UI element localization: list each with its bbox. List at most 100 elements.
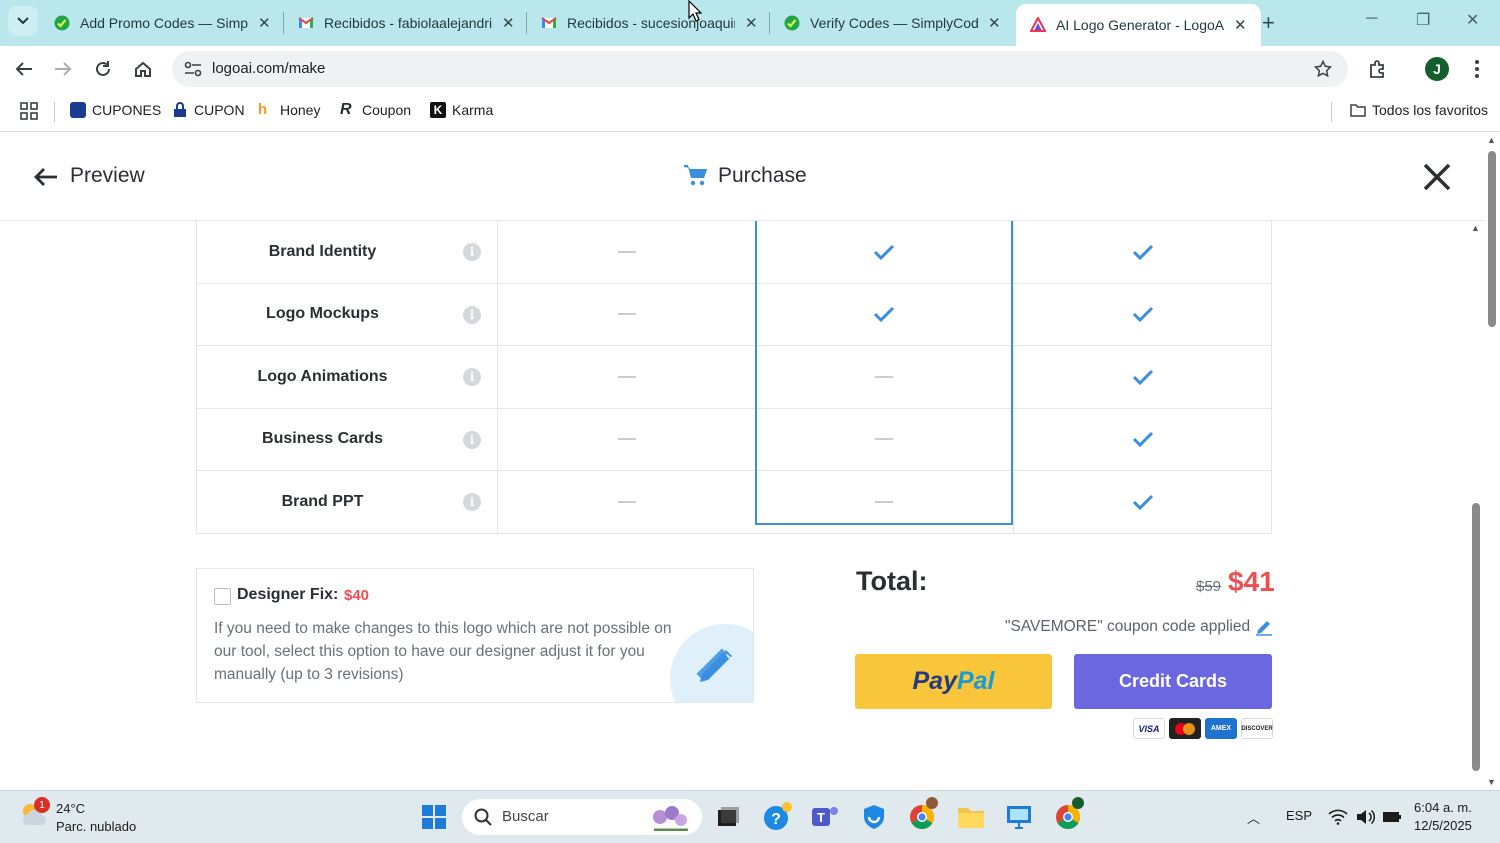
bookmark-label: CUPONES [92, 102, 162, 118]
bookmark-honey[interactable]: h Honey [258, 102, 321, 119]
tab-1[interactable]: Recibidos - fabiolaalejandria ✕ [284, 0, 529, 46]
weather-widget[interactable]: 1 [18, 797, 50, 834]
teams-button[interactable]: T [809, 801, 841, 833]
bookmark-coupon[interactable]: R Coupon [340, 102, 412, 119]
arrow-left-icon[interactable] [32, 163, 60, 191]
window-close-icon[interactable]: ✕ [1466, 10, 1479, 30]
task-view-button[interactable] [712, 801, 744, 833]
close-icon[interactable]: ✕ [258, 14, 271, 32]
info-icon[interactable]: i [463, 430, 481, 449]
apps-button[interactable] [20, 102, 38, 120]
tab-title: Verify Codes — SimplyCode [810, 15, 978, 31]
simplycodes-icon [784, 15, 800, 31]
close-icon[interactable]: ✕ [745, 14, 758, 32]
bookmark-cupon[interactable]: CUPON [172, 102, 245, 118]
remote-desktop-button[interactable] [1003, 801, 1035, 833]
close-icon[interactable] [1420, 160, 1454, 194]
page-scrollbar[interactable]: ▲ ▼ [1484, 133, 1500, 790]
chevron-down-icon [17, 17, 29, 25]
check-icon [873, 244, 895, 260]
scroll-down-icon[interactable]: ▼ [1487, 777, 1496, 787]
karma-icon: K [430, 102, 446, 118]
volume-icon[interactable] [1355, 808, 1375, 826]
credit-cards-button[interactable]: Credit Cards [1074, 654, 1272, 709]
chrome-button[interactable] [1052, 797, 1084, 833]
scroll-up-icon[interactable]: ▲ [1487, 135, 1496, 145]
designer-fix-label[interactable]: Designer Fix: [237, 586, 338, 604]
chevron-up-icon[interactable]: ︿ [1247, 808, 1260, 827]
avatar: J [1425, 57, 1449, 81]
preview-link[interactable]: Preview [70, 164, 145, 188]
new-tab-button[interactable]: + [1262, 10, 1275, 36]
system-clock[interactable]: 6:04 a. m. 12/5/2025 [1414, 799, 1472, 835]
lock-icon [174, 102, 186, 117]
pro-cell [755, 221, 1013, 283]
designer-fix-price: $40 [344, 587, 370, 604]
dash-icon [875, 438, 893, 441]
edge-button[interactable] [858, 801, 890, 833]
premium-cell [1013, 221, 1272, 283]
feature-name: Brand Identity [268, 242, 377, 260]
all-bookmarks-label: Todos los favoritos [1372, 102, 1488, 118]
star-icon[interactable] [1314, 60, 1332, 78]
svg-text:T: T [817, 810, 825, 825]
table-row: Logo Mockups i [196, 283, 1272, 346]
battery-icon[interactable] [1382, 810, 1402, 824]
chrome-profile-button[interactable] [906, 797, 938, 833]
home-button[interactable] [130, 56, 156, 82]
info-icon[interactable]: i [463, 368, 481, 386]
feature-name-cell: Brand PPT i [196, 471, 496, 533]
info-icon[interactable]: i [463, 493, 481, 511]
forward-button[interactable] [50, 56, 76, 82]
bookmark-karma[interactable]: K Karma [430, 102, 493, 118]
all-bookmarks-button[interactable]: Todos los favoritos [1350, 102, 1488, 118]
table-row: Brand PPT i [196, 471, 1272, 534]
site-info-icon[interactable] [184, 61, 202, 77]
page-scrollbar-thumb[interactable] [1488, 151, 1496, 327]
bookmark-label: Coupon [362, 102, 412, 118]
inner-scrollbar[interactable]: ▲ [1468, 221, 1484, 790]
wifi-icon[interactable] [1328, 809, 1348, 825]
input-language[interactable]: ESP [1286, 808, 1312, 823]
restore-icon[interactable]: ❐ [1416, 10, 1430, 30]
extensions-button[interactable] [1365, 56, 1391, 82]
paypal-button[interactable]: Pay Pal [855, 654, 1052, 709]
menu-button[interactable] [1464, 56, 1490, 82]
help-app-button[interactable]: ? [761, 801, 793, 833]
tab-0[interactable]: Add Promo Codes — Simply ✕ [40, 0, 285, 46]
close-icon[interactable]: ✕ [988, 14, 1001, 32]
edit-icon[interactable] [1255, 618, 1273, 636]
taskbar-search[interactable]: Buscar [462, 799, 702, 835]
tab-4-active[interactable]: AI Logo Generator - LogoAI ✕ [1016, 4, 1261, 46]
reload-button[interactable] [90, 56, 116, 82]
bookmark-label: Honey [280, 102, 321, 118]
back-button[interactable] [11, 56, 37, 82]
close-icon[interactable]: ✕ [502, 14, 515, 32]
page-content: Brand Identity i Logo Mockups i Logo Anima… [0, 133, 1500, 790]
reload-icon [96, 61, 110, 76]
designer-fix-checkbox[interactable] [214, 588, 231, 605]
table-row: Business Cards i [196, 408, 1272, 471]
pro-cell [755, 284, 1013, 346]
profile-button[interactable]: J [1424, 56, 1450, 82]
tab-search-button[interactable] [8, 6, 38, 36]
arrow-left-icon [15, 62, 32, 76]
inner-scrollbar-thumb[interactable] [1472, 503, 1480, 771]
start-button[interactable] [418, 801, 450, 833]
address-bar[interactable]: logoai.com/make [172, 51, 1348, 87]
page-title: Purchase [684, 164, 807, 188]
table-row: Brand Identity i [196, 221, 1272, 284]
file-explorer-button[interactable] [955, 801, 987, 833]
visa-icon: VISA [1133, 718, 1165, 739]
tab-3[interactable]: Verify Codes — SimplyCode ✕ [770, 0, 1015, 46]
scroll-up-icon[interactable]: ▲ [1471, 223, 1480, 233]
basic-cell [497, 471, 755, 533]
minimize-icon[interactable]: ─ [1366, 10, 1377, 28]
tab-2[interactable]: Recibidos - sucesionjoaquin ✕ [527, 0, 772, 46]
info-icon[interactable]: i [463, 305, 481, 324]
bookmark-cupones[interactable]: CUPONES [70, 102, 161, 118]
premium-cell [1013, 346, 1272, 408]
clock-time: 6:04 a. m. [1414, 800, 1472, 815]
info-icon[interactable]: i [463, 243, 481, 261]
close-icon[interactable]: ✕ [1234, 16, 1247, 34]
